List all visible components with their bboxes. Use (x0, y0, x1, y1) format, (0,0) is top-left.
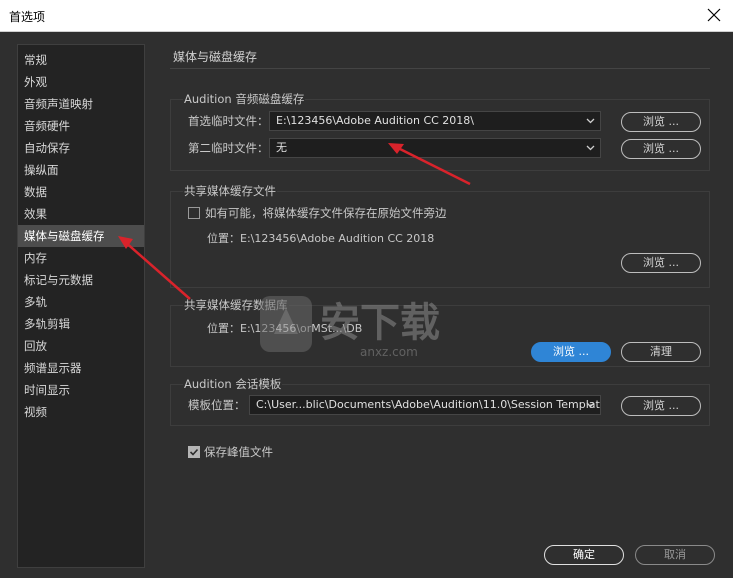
template-location-select[interactable]: C:\User...blic\Documents\Adobe\Audition\… (249, 395, 601, 415)
sidebar-item[interactable]: 效果 (18, 203, 144, 225)
template-browse-button[interactable]: 浏览 ... (621, 396, 701, 416)
secondary-temp-label: 第二临时文件： (188, 141, 269, 155)
sidebar-item[interactable]: 内存 (18, 247, 144, 269)
dialog-body: 常规 外观 音频声道映射 音频硬件 自动保存 操纵面 数据 效果 媒体与磁盘缓存 内存 标记与元数据… (0, 32, 733, 578)
page-title: 媒体与磁盘缓存 (173, 50, 258, 64)
sidebar-item[interactable]: 时间显示 (18, 379, 144, 401)
sidebar-item[interactable]: 视频 (18, 401, 144, 423)
save-peak-files-label: 保存峰值文件 (204, 445, 273, 459)
shared-db-browse-button[interactable]: 浏览 ... (531, 342, 611, 362)
sidebar-item[interactable]: 多轨剪辑 (18, 313, 144, 335)
primary-temp-select[interactable]: E:\123456\Adobe Audition CC 2018\ (269, 111, 601, 131)
save-peak-files-checkbox[interactable] (188, 446, 200, 458)
save-beside-original-label: 如有可能，将媒体缓存文件保存在原始文件旁边 (205, 206, 447, 220)
sidebar-item[interactable]: 音频声道映射 (18, 93, 144, 115)
sidebar-item[interactable]: 自动保存 (18, 137, 144, 159)
shared-db-location: 位置：E:\123456\orMSt...\DB (207, 322, 363, 335)
category-list: 常规 外观 音频声道映射 音频硬件 自动保存 操纵面 数据 效果 媒体与磁盘缓存 内存 标记与元数据… (17, 44, 145, 568)
disk-cache-group: Audition 音频磁盘缓存 首选临时文件： E:\123456\Adobe … (170, 91, 710, 171)
save-beside-original-checkbox[interactable] (188, 207, 200, 219)
disk-cache-group-title: Audition 音频磁盘缓存 (183, 91, 306, 107)
sidebar-item[interactable]: 多轨 (18, 291, 144, 313)
close-button[interactable] (701, 2, 727, 28)
shared-media-location: 位置：E:\123456\Adobe Audition CC 2018 (207, 232, 435, 245)
shared-media-browse-button[interactable]: 浏览 ... (621, 253, 701, 273)
chevron-down-icon (586, 145, 595, 151)
primary-temp-browse-button[interactable]: 浏览 ... (621, 112, 701, 132)
sidebar-item[interactable]: 回放 (18, 335, 144, 357)
sidebar-item[interactable]: 数据 (18, 181, 144, 203)
chevron-down-icon (586, 402, 595, 408)
secondary-temp-browse-button[interactable]: 浏览 ... (621, 139, 701, 159)
shared-db-group: 共享媒体缓存数据库 位置：E:\123456\orMSt...\DB 浏览 ..… (170, 297, 710, 367)
checkmark-icon (189, 448, 199, 456)
secondary-temp-select[interactable]: 无 (269, 138, 601, 158)
close-icon (707, 8, 721, 22)
shared-db-clean-button[interactable]: 清理 (621, 342, 701, 362)
sidebar-item[interactable]: 外观 (18, 71, 144, 93)
secondary-temp-value: 无 (276, 141, 287, 154)
cancel-button[interactable]: 取消 (635, 545, 715, 565)
session-template-group-title: Audition 会话模板 (183, 376, 283, 392)
sidebar-item[interactable]: 操纵面 (18, 159, 144, 181)
session-template-group: Audition 会话模板 模板位置： C:\User...blic\Docum… (170, 376, 710, 426)
title-bar: 首选项 (0, 0, 733, 32)
sidebar-item[interactable]: 音频硬件 (18, 115, 144, 137)
template-location-value: C:\User...blic\Documents\Adobe\Audition\… (256, 398, 601, 411)
sidebar-item[interactable]: 常规 (18, 49, 144, 71)
template-location-label: 模板位置： (188, 398, 246, 412)
chevron-down-icon (586, 118, 595, 124)
primary-temp-value: E:\123456\Adobe Audition CC 2018\ (276, 114, 475, 127)
title-divider (170, 68, 710, 69)
sidebar-item[interactable]: 媒体与磁盘缓存 (18, 225, 144, 247)
sidebar-item[interactable]: 频谱显示器 (18, 357, 144, 379)
shared-media-group-title: 共享媒体缓存文件 (183, 183, 277, 199)
ok-button[interactable]: 确定 (544, 545, 624, 565)
shared-db-group-title: 共享媒体缓存数据库 (183, 297, 289, 313)
sidebar-item[interactable]: 标记与元数据 (18, 269, 144, 291)
window-title: 首选项 (9, 10, 46, 24)
primary-temp-label: 首选临时文件： (188, 114, 269, 128)
shared-media-cache-group: 共享媒体缓存文件 如有可能，将媒体缓存文件保存在原始文件旁边 位置：E:\123… (170, 183, 710, 288)
